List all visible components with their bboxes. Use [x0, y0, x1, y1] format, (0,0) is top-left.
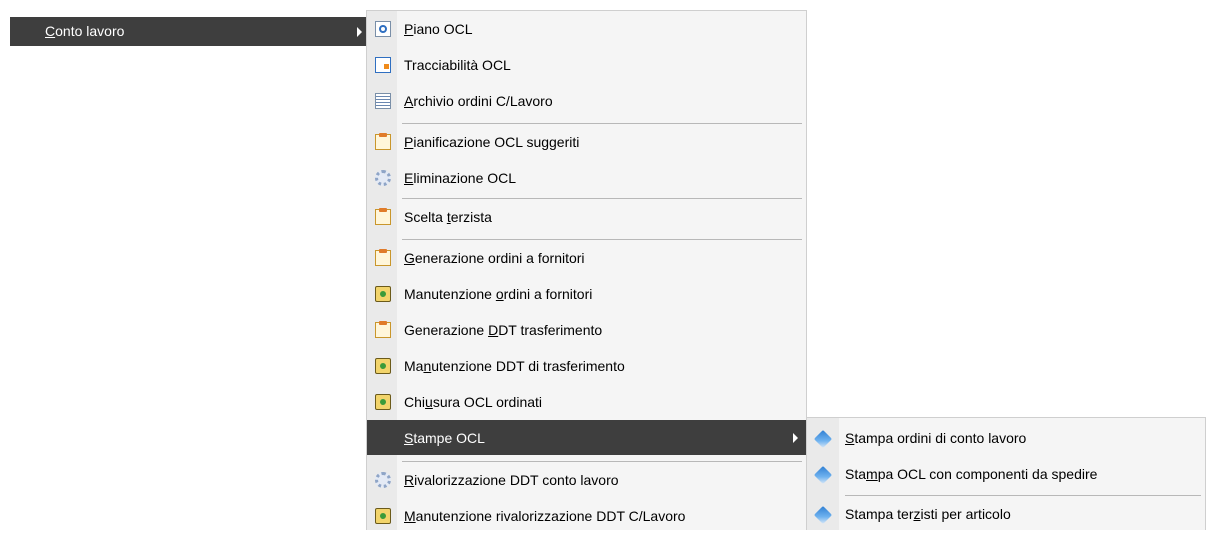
menu-item-label: Conto lavoro — [45, 23, 125, 39]
submenu-arrow-icon — [793, 433, 798, 443]
menu-item-manutenzione-ddt-trasferimento[interactable]: Manutenzione DDT di trasferimento — [367, 348, 806, 384]
menu-item-stampa-terzisti-articolo[interactable]: Stampa terzisti per articolo — [807, 496, 1205, 532]
clipboard-icon — [375, 133, 391, 150]
print-icon — [813, 429, 833, 449]
menu-item-manutenzione-ordini-fornitori[interactable]: Manutenzione ordini a fornitori — [367, 276, 806, 312]
menu-item-label: Eliminazione OCL — [404, 170, 517, 186]
menu-item-label: Stampe OCL — [404, 430, 485, 446]
menu-item-stampa-ocl-componenti[interactable]: Stampa OCL con componenti da spedire — [807, 456, 1205, 492]
menu-item-stampe-ocl[interactable]: Stampe OCL — [367, 420, 806, 455]
gear-icon — [375, 472, 391, 488]
gear-icon — [375, 170, 391, 186]
conto-lavoro-submenu: Piano OCL Tracciabilità OCL Archivio ord… — [366, 10, 807, 530]
menu-item-conto-lavoro[interactable]: Conto lavoro — [10, 17, 366, 46]
stampe-ocl-submenu: Stampa ordini di conto lavoro Stampa OCL… — [806, 417, 1206, 530]
search-document-icon — [375, 21, 391, 37]
clipboard-icon — [375, 321, 391, 338]
menu-item-label: Tracciabilità OCL — [404, 57, 511, 73]
print-icon — [813, 465, 833, 485]
menu-item-piano-ocl[interactable]: Piano OCL — [367, 11, 806, 47]
menu-item-rivalorizzazione-ddt[interactable]: Rivalorizzazione DDT conto lavoro — [367, 462, 806, 498]
menu-item-label: Chiusura OCL ordinati — [404, 394, 543, 410]
clipboard-icon — [375, 208, 391, 225]
menu-item-label: Scelta terzista — [404, 209, 492, 225]
menu-item-tracciabilita-ocl[interactable]: Tracciabilità OCL — [367, 47, 806, 83]
settings-folder-icon — [375, 508, 391, 524]
menu-item-label: Pianificazione OCL suggeriti — [404, 134, 580, 150]
menu-item-label: Stampa terzisti per articolo — [845, 506, 1011, 522]
menu-item-generazione-ordini-fornitori[interactable]: Generazione ordini a fornitori — [367, 240, 806, 276]
menu-item-label: Rivalorizzazione DDT conto lavoro — [404, 472, 619, 488]
menu-item-label: Manutenzione ordini a fornitori — [404, 286, 593, 302]
menu-item-label: Manutenzione DDT di trasferimento — [404, 358, 625, 374]
print-icon — [813, 505, 833, 525]
settings-folder-icon — [375, 394, 391, 410]
menu-item-label: Stampa OCL con componenti da spedire — [845, 466, 1098, 482]
submenu-arrow-icon — [357, 27, 362, 37]
settings-folder-icon — [375, 286, 391, 302]
menu-item-scelta-terzista[interactable]: Scelta terzista — [367, 199, 806, 235]
menu-item-chiusura-ocl-ordinati[interactable]: Chiusura OCL ordinati — [367, 384, 806, 420]
clipboard-icon — [375, 249, 391, 266]
menu-item-label: Stampa ordini di conto lavoro — [845, 430, 1027, 446]
menu-item-pianificazione-ocl[interactable]: Pianificazione OCL suggeriti — [367, 124, 806, 160]
menu-item-manutenzione-rivalorizzazione[interactable]: Manutenzione rivalorizzazione DDT C/Lavo… — [367, 498, 806, 534]
settings-folder-icon — [375, 358, 391, 374]
menu-item-label: Archivio ordini C/Lavoro — [404, 93, 553, 109]
grid-chart-icon — [375, 57, 391, 73]
menu-item-label: Generazione ordini a fornitori — [404, 250, 585, 266]
menu-item-generazione-ddt-trasferimento[interactable]: Generazione DDT trasferimento — [367, 312, 806, 348]
menu-item-label: Generazione DDT trasferimento — [404, 322, 603, 338]
menu-item-archivio-ordini[interactable]: Archivio ordini C/Lavoro — [367, 83, 806, 119]
menu-item-eliminazione-ocl[interactable]: Eliminazione OCL — [367, 160, 806, 196]
menu-item-label: Piano OCL — [404, 21, 473, 37]
menu-item-label: Manutenzione rivalorizzazione DDT C/Lavo… — [404, 508, 686, 524]
menu-item-stampa-ordini-conto-lavoro[interactable]: Stampa ordini di conto lavoro — [807, 420, 1205, 456]
list-document-icon — [375, 93, 391, 109]
